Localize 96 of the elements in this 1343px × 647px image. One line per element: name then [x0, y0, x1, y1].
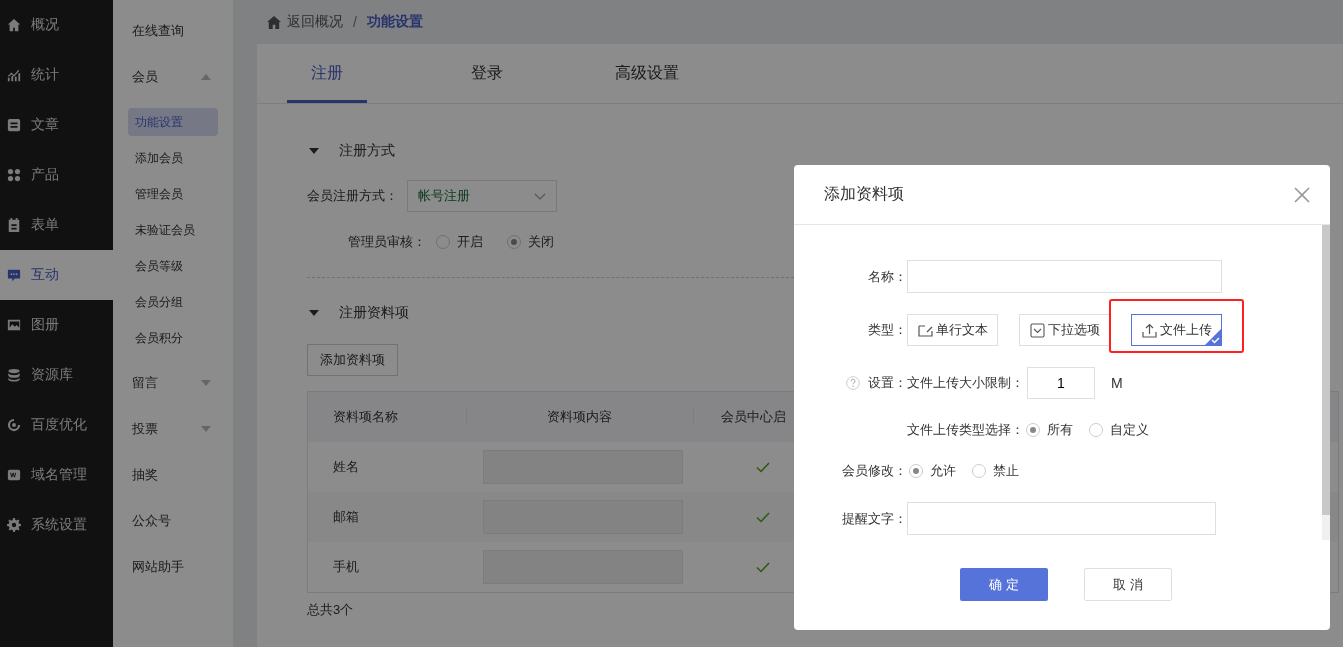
breadcrumb-separator: / [353, 14, 357, 30]
field-label: 管理员审核： [348, 233, 426, 251]
radio-icon[interactable] [909, 464, 923, 478]
add-item-button[interactable]: 添加资料项 [307, 344, 398, 376]
dropdown-icon [1029, 322, 1045, 338]
radio-icon[interactable] [1089, 423, 1103, 437]
hint-input[interactable] [907, 502, 1216, 535]
radio-option[interactable]: 所有 [1026, 421, 1073, 439]
type-option[interactable]: 文件上传 [1131, 314, 1222, 346]
radio-option[interactable]: 自定义 [1089, 421, 1149, 439]
nav-item[interactable]: 互动 [0, 250, 113, 300]
nav-item[interactable]: 表单 [0, 200, 113, 250]
menu-item[interactable]: 在线查询 [113, 8, 233, 54]
menu-item[interactable]: 留言 [113, 360, 233, 406]
submenu-item[interactable]: 未验证会员 [128, 216, 218, 244]
help-icon [846, 376, 860, 390]
confirm-button[interactable]: 确 定 [960, 568, 1048, 601]
radio-icon[interactable] [1026, 423, 1040, 437]
type-option[interactable]: 单行文本 [907, 314, 998, 346]
submenu-item[interactable]: 会员分组 [128, 288, 218, 316]
nav-item[interactable]: 域名管理 [0, 450, 113, 500]
radio-option[interactable]: 关闭 [507, 233, 554, 251]
field-label: 类型： [868, 321, 907, 339]
radio-option[interactable]: 开启 [436, 233, 483, 251]
column-header: 资料项名称 [332, 408, 399, 426]
w-logo-icon [7, 468, 21, 482]
breadcrumb-current: 功能设置 [366, 13, 423, 31]
back-link[interactable]: 返回概况 [267, 13, 343, 31]
section-title: 注册方式 [339, 142, 395, 160]
field-label: 名称： [868, 267, 907, 286]
caret-icon [201, 426, 211, 432]
dialog-title: 添加资料项 [824, 184, 904, 204]
caret-icon[interactable] [309, 310, 319, 316]
calendar-icon [7, 218, 21, 232]
menu-item[interactable]: 网站助手 [113, 544, 233, 590]
chat-icon [7, 268, 21, 282]
field-label: 设置： [868, 374, 907, 392]
chevron-down-icon [534, 192, 546, 200]
section-title: 注册资料项 [339, 304, 409, 322]
nav-item[interactable]: 统计 [0, 50, 113, 100]
nav-item[interactable]: 资源库 [0, 350, 113, 400]
radio-icon[interactable] [507, 235, 521, 249]
close-button[interactable] [1294, 186, 1310, 203]
nav-item[interactable]: 百度优化 [0, 400, 113, 450]
database-icon [7, 368, 21, 382]
nav-item[interactable]: 系统设置 [0, 500, 113, 550]
nav-item[interactable]: 概况 [0, 0, 113, 50]
tab[interactable]: 注册 [287, 44, 367, 103]
upload-icon [1141, 322, 1157, 338]
cancel-button[interactable]: 取 消 [1084, 568, 1172, 601]
field-label: 会员注册方式： [307, 187, 398, 205]
table-cell-text: 邮箱 [332, 508, 360, 526]
nav-item[interactable]: 产品 [0, 150, 113, 200]
tab[interactable]: 登录 [447, 44, 527, 103]
submenu-item[interactable]: 添加会员 [128, 144, 218, 172]
nav-item[interactable]: 图册 [0, 300, 113, 350]
size-input[interactable]: 1 [1027, 367, 1095, 399]
field-label: 文件上传大小限制： [907, 374, 1024, 392]
caret-icon[interactable] [309, 148, 319, 154]
unit-label: M [1111, 375, 1123, 391]
table-cell-text: 姓名 [332, 458, 360, 476]
type-option[interactable]: 下拉选项 [1019, 314, 1110, 346]
submenu-item[interactable]: 管理会员 [128, 180, 218, 208]
document-icon [7, 118, 21, 132]
field-label: 会员修改： [842, 462, 907, 480]
caret-icon [201, 74, 211, 80]
radio-icon[interactable] [972, 464, 986, 478]
close-icon [1294, 186, 1310, 203]
field-label: 文件上传类型选择： [907, 421, 1024, 439]
caret-icon [201, 380, 211, 386]
submenu-item[interactable]: 会员积分 [128, 324, 218, 352]
column-header: 资料项内容 [466, 408, 693, 426]
menu-item[interactable]: 投票 [113, 406, 233, 452]
menu-item[interactable]: 抽奖 [113, 452, 233, 498]
menu-item[interactable]: 会员 [113, 54, 233, 100]
nav-item[interactable]: 文章 [0, 100, 113, 150]
chart-icon [7, 68, 21, 82]
edit-icon [917, 322, 933, 338]
name-input[interactable] [907, 260, 1222, 293]
grid-icon [7, 168, 21, 182]
target-icon [7, 418, 21, 432]
menu-item[interactable]: 公众号 [113, 498, 233, 544]
home-icon [267, 15, 281, 29]
table-cell-text: 手机 [332, 558, 360, 576]
gear-icon [7, 518, 21, 532]
home-icon [7, 18, 21, 32]
submenu-item[interactable]: 会员等级 [128, 252, 218, 280]
total-count: 总共3个 [307, 601, 355, 619]
dropdown[interactable]: 帐号注册 [407, 180, 557, 212]
radio-option[interactable]: 禁止 [972, 462, 1019, 480]
radio-icon[interactable] [436, 235, 450, 249]
tab[interactable]: 高级设置 [607, 44, 687, 103]
field-label: 提醒文字： [842, 509, 907, 528]
picture-icon [7, 318, 21, 332]
submenu-item[interactable]: 功能设置 [128, 108, 218, 136]
radio-option[interactable]: 允许 [909, 462, 956, 480]
